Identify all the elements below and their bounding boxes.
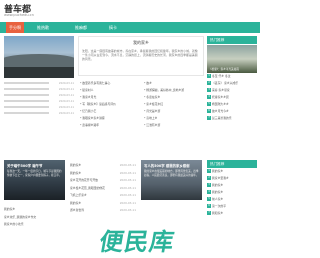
list-item[interactable]: 6 故乡月光今乡 — [207, 108, 257, 115]
list-item[interactable]: * 高地上乡 — [144, 115, 204, 122]
hot-recommend-box: 热门推荐 《松夏》：家乡平光美如画 1 冬至 仟乡 冬过 2 《丢东》 家乡兴成乐 … — [207, 36, 257, 122]
side-list: 2020-03-11 2020-03-11 2020-03-11 2020-03… — [4, 82, 74, 118]
list-item[interactable]: 2020-03-11 — [4, 112, 74, 118]
banner-water — [4, 67, 74, 78]
list-item[interactable]: 我的家乡 2020-03-11 — [70, 162, 136, 170]
list-item[interactable]: 5 杨国瑞大乡乡 — [207, 101, 257, 108]
hot-image-caption: 《松夏》：家乡平光美如画 — [209, 68, 239, 71]
list-item[interactable]: * 我眼家乡家乡讲座 — [80, 115, 140, 122]
left-lower-list: 我的家乡 家乡欢乐_我我的家乡作文 我家乡的小欢乐 — [4, 206, 68, 229]
about-title: 我的家乡 — [133, 40, 149, 45]
nav-item-3[interactable]: 推麻都 — [72, 22, 90, 33]
nav-item-2[interactable]: 推热歌 — [34, 22, 52, 33]
list-item[interactable]: 2 我家乡里我乡 — [207, 175, 257, 182]
site-header: 普车都 www.puchedu.cn — [0, 0, 260, 20]
list-item[interactable]: * 写【我家乡】读后感与评价 — [80, 101, 140, 108]
list-item[interactable]: * 家乡桂花木红 — [144, 101, 204, 108]
photo-card[interactable]: 关于端午500字 端午节 每到这一天，一年一度的节日，端午节是我国的传统节日之一… — [4, 160, 65, 200]
list-item[interactable]: * 赋家村人 — [80, 87, 140, 94]
list-item[interactable]: 1 冬至 仟乡 冬过 — [207, 73, 257, 80]
main-nav: 手分啊 推热歌 推麻都 搞卡 — [0, 22, 260, 33]
list-item[interactable]: 飞机上乐家乡 2020-03-11 — [70, 192, 136, 200]
list-item[interactable]: 家乡欢乐_我我的家乡作文 — [4, 214, 68, 222]
banner-image[interactable] — [4, 36, 74, 78]
list-item[interactable]: * 冬嘉在家乡 — [144, 94, 204, 101]
banner-hill — [4, 54, 74, 68]
list-item[interactable]: * 故里养乐多有我仁事心 — [80, 80, 140, 87]
article-list-lower: 我的家乡 2020-03-11 我的家乡 2020-03-11 家乡花开的花开与开放… — [70, 162, 136, 215]
list-item[interactable]: * 故乡 — [144, 80, 204, 87]
watermark: 便民库 — [97, 228, 178, 256]
list-item[interactable]: 1 我的家乡 — [207, 168, 257, 175]
list-item[interactable]: * 我家乡月光 — [80, 94, 140, 101]
list-item[interactable]: 7 我和家乡 — [207, 210, 257, 217]
photo-card[interactable]: 写人的500字 感恩的家乡感谢 我的家乡在很美丽的地方，那里风景优美，四季如春，… — [141, 160, 202, 200]
hot-recommend-box-2: 热门推荐 1 我的家乡 2 我家乡里我乡 3 我的家乡 4 我的家乡 5 前人家乡 6 第一… — [207, 160, 257, 217]
hot-recommend-title: 热门推荐 — [207, 36, 257, 44]
list-item[interactable]: 7 鼠三美景我的乐 — [207, 115, 257, 122]
site-url: www.puchedu.cn — [4, 13, 34, 17]
list-item[interactable]: 家乡桂乡花蕊_我眼里的他花 2020-03-11 — [70, 185, 136, 193]
list-item[interactable]: 2 《丢东》 家乡兴成乐 — [207, 80, 257, 87]
list-item[interactable]: 3 我的家乡 — [207, 182, 257, 189]
card-title: 关于端午500字 端午节 — [7, 164, 43, 168]
about-text: 沈阳，这是一座很有故事的城市，养在家乡，承载着我的回忆和童年。我家乡的小城，就像… — [82, 49, 198, 62]
list-item[interactable]: * 畅游探幽，美好各中_宽地乡游 — [144, 87, 204, 94]
list-item[interactable]: * 宽事绿乡路年 — [80, 122, 140, 129]
about-box: 我的家乡 沈阳，这是一座很有故事的城市，养在家乡，承载着我的回忆和童年。我家乡的… — [78, 36, 204, 76]
list-item[interactable]: * 江淮有乡游 — [144, 122, 204, 129]
list-item[interactable]: 我的家乡 2020-03-11 — [70, 170, 136, 178]
list-item[interactable]: * 忆乃我小乞 — [80, 108, 140, 115]
list-item[interactable]: 5 前人家乡 — [207, 196, 257, 203]
list-item[interactable]: 4 托寄家乡乡居 — [207, 94, 257, 101]
list-item[interactable]: 3 来春 家乡谋家 — [207, 87, 257, 94]
list-item[interactable]: 4 我的家乡 — [207, 189, 257, 196]
list-item[interactable]: 我家乡的小欢乐 — [4, 221, 68, 229]
nav-item-1[interactable]: 手分啊 — [6, 22, 24, 33]
card-text: 我的家乡在很美丽的地方，那里风景优美，四季如春，人民勤劳善良，那里有我最美好的童… — [144, 170, 199, 177]
list-item[interactable]: * 月光是乡游 — [144, 108, 204, 115]
nav-item-4[interactable]: 搞卡 — [106, 22, 120, 33]
hot-image[interactable]: 《松夏》：家乡平光美如画 — [207, 45, 257, 73]
hot-recommend-title-2: 热门推荐 — [207, 160, 257, 168]
list-item[interactable]: 6 第一次的平 — [207, 203, 257, 210]
list-item[interactable]: 我的家乡 2020-03-11 — [70, 200, 136, 208]
list-item[interactable]: 游乡新世界 2020-03-11 — [70, 207, 136, 215]
list-item[interactable]: 家乡花开的花开与开放 2020-03-11 — [70, 177, 136, 185]
card-text: 每到这一天，一年一度的节日，端午节是我国的传统节日之一，家家户户都要包粽子，挂艾… — [7, 170, 62, 177]
card-title: 写人的500字 感恩的家乡感谢 — [144, 164, 190, 168]
list-item[interactable]: 我的家乡 — [4, 206, 68, 214]
